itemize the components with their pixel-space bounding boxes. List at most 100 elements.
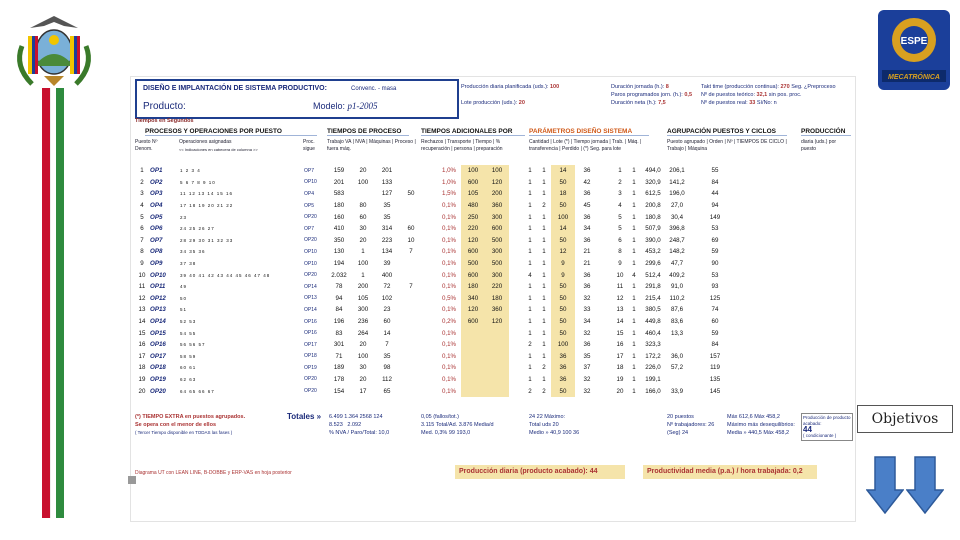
adicionales-totals: 0,05 (fallos/tot.) 3.115 Total/Ad. 3.876… bbox=[421, 414, 494, 436]
cell-q: 1 bbox=[528, 167, 532, 175]
cell-q: 1 bbox=[528, 213, 532, 221]
table-row: 7 OP7 28 29 30 31 32 33 OP20 350 20 223 10 0,1% 1… bbox=[135, 234, 727, 247]
down-arrow-icon-2[interactable] bbox=[906, 456, 944, 514]
cell-pos: OP7 bbox=[304, 167, 315, 174]
table-row: 18 OP18 60 61 OP19 189 30 98 0,1% 1 2 36 37 18 1 226,0… bbox=[135, 362, 727, 374]
cell-mq: 83,6 bbox=[670, 318, 684, 326]
cell-pr: 7 bbox=[409, 248, 413, 256]
spacer-cell bbox=[423, 269, 437, 281]
cell-nva: 20 bbox=[359, 167, 367, 175]
spacer-cell bbox=[509, 339, 523, 351]
cell-n: 19 bbox=[138, 375, 146, 383]
cell-tr: 100 bbox=[461, 165, 485, 177]
cell-l: 100 bbox=[551, 211, 575, 223]
cell-n: 8 bbox=[140, 248, 144, 256]
table-row: 13 OP13 51 OP14 84 300 23 0,1% 120 360 1 1 50 33 13 1 38… bbox=[135, 304, 727, 316]
cell-tp: 500 bbox=[485, 234, 509, 247]
cell-op: OP12 bbox=[150, 294, 166, 302]
cell-q: 1 bbox=[528, 225, 532, 233]
spacer-cell bbox=[599, 223, 613, 235]
spacer-cell bbox=[689, 385, 703, 397]
takt-info: Takt time (producción continua): 270 Seg… bbox=[701, 84, 836, 106]
cell-n: 15 bbox=[138, 329, 146, 337]
cell-l: 9 bbox=[551, 269, 575, 281]
spacer-cell bbox=[423, 293, 437, 305]
cell-nva: 1 bbox=[361, 271, 365, 279]
spacer-cell bbox=[423, 385, 437, 397]
cell-j: 36 bbox=[583, 283, 591, 291]
cell-o: 1 bbox=[632, 352, 636, 360]
cell-maq: 102 bbox=[381, 294, 393, 302]
cell-tr bbox=[461, 362, 485, 374]
cell-p: 59 bbox=[711, 248, 719, 256]
cell-seq: 49 bbox=[180, 284, 188, 290]
cell-seq: 58 59 bbox=[180, 353, 197, 359]
cell-p: 94 bbox=[711, 202, 719, 210]
cell-va: 410 bbox=[333, 225, 345, 233]
cell-seq: 56 56 57 bbox=[180, 342, 206, 348]
cell-o: 1 bbox=[632, 341, 636, 349]
cell-mq: 206,1 bbox=[669, 167, 685, 175]
cell-g: 16 bbox=[616, 341, 624, 349]
cell-m: 1 bbox=[542, 178, 546, 186]
cell-maq: 35 bbox=[383, 202, 391, 210]
cell-q: 1 bbox=[528, 364, 532, 372]
cell-op: OP16 bbox=[150, 341, 166, 349]
cell-g: 5 bbox=[618, 225, 622, 233]
cell-mq: 409,2 bbox=[669, 271, 685, 279]
cell-tr: 120 bbox=[461, 234, 485, 247]
cell-r: 0,1% bbox=[441, 387, 457, 395]
cell-nva: 30 bbox=[359, 364, 367, 372]
table-row: 3 OP3 11 12 13 14 15 16 OP4 583 127 50 1,5% 105 2… bbox=[135, 188, 727, 200]
cell-va: 201 bbox=[333, 178, 345, 186]
cell-m: 2 bbox=[542, 202, 546, 210]
cell-nva: 236 bbox=[357, 318, 369, 326]
cell-tr bbox=[461, 327, 485, 339]
spacer-cell bbox=[689, 188, 703, 200]
cell-va: 78 bbox=[335, 283, 343, 291]
cell-n: 10 bbox=[138, 271, 146, 279]
cell-mq: 248,7 bbox=[669, 236, 685, 244]
spacer-cell bbox=[599, 374, 613, 386]
cell-l: 12 bbox=[551, 246, 575, 258]
cell-j: 36 bbox=[583, 271, 591, 279]
cell-r: 1,5% bbox=[441, 190, 457, 198]
spacer-cell bbox=[599, 304, 613, 316]
cell-maq: 7 bbox=[385, 341, 389, 349]
cell-t: 449,8 bbox=[645, 318, 661, 326]
cell-op: OP11 bbox=[150, 283, 166, 291]
cell-o: 4 bbox=[632, 271, 636, 279]
cell-j: 21 bbox=[583, 248, 591, 256]
cell-m: 1 bbox=[542, 283, 546, 291]
cell-j: 36 bbox=[583, 213, 591, 221]
objetivos-button[interactable]: Objetivos bbox=[857, 405, 953, 433]
cell-seq: 60 61 bbox=[180, 365, 197, 371]
cell-va: 189 bbox=[333, 364, 345, 372]
cell-mq bbox=[665, 339, 689, 351]
cell-pr bbox=[399, 304, 423, 316]
cell-op: OP1 bbox=[150, 167, 163, 175]
cell-tr: 600 bbox=[461, 315, 485, 328]
cell-l: 50 bbox=[551, 234, 575, 247]
cell-m: 1 bbox=[542, 190, 546, 198]
cell-q: 1 bbox=[528, 318, 532, 326]
sheet-title: DISEÑO E IMPLANTACIÓN DE SISTEMA PRODUCT… bbox=[143, 85, 327, 92]
cell-l: 36 bbox=[551, 362, 575, 374]
cell-q: 1 bbox=[528, 283, 532, 291]
small-square-marker bbox=[128, 476, 136, 484]
cell-q: 1 bbox=[528, 306, 532, 314]
cell-maq: 72 bbox=[383, 283, 391, 291]
cell-op: OP19 bbox=[150, 375, 166, 383]
cell-va: 160 bbox=[333, 213, 345, 221]
cell-pos: OP10 bbox=[304, 248, 317, 255]
down-arrow-icon-1[interactable] bbox=[866, 456, 904, 514]
sheet-header-box: DISEÑO E IMPLANTACIÓN DE SISTEMA PRODUCT… bbox=[135, 79, 459, 119]
cell-t: 453,2 bbox=[645, 248, 661, 256]
cell-tp: 220 bbox=[485, 280, 509, 293]
cell-g: 12 bbox=[616, 294, 624, 302]
spacer-cell bbox=[423, 177, 437, 189]
cell-j: 35 bbox=[583, 352, 591, 360]
cell-o: 1 bbox=[632, 213, 636, 221]
cell-va: 194 bbox=[333, 260, 345, 268]
cell-m: 1 bbox=[542, 248, 546, 256]
